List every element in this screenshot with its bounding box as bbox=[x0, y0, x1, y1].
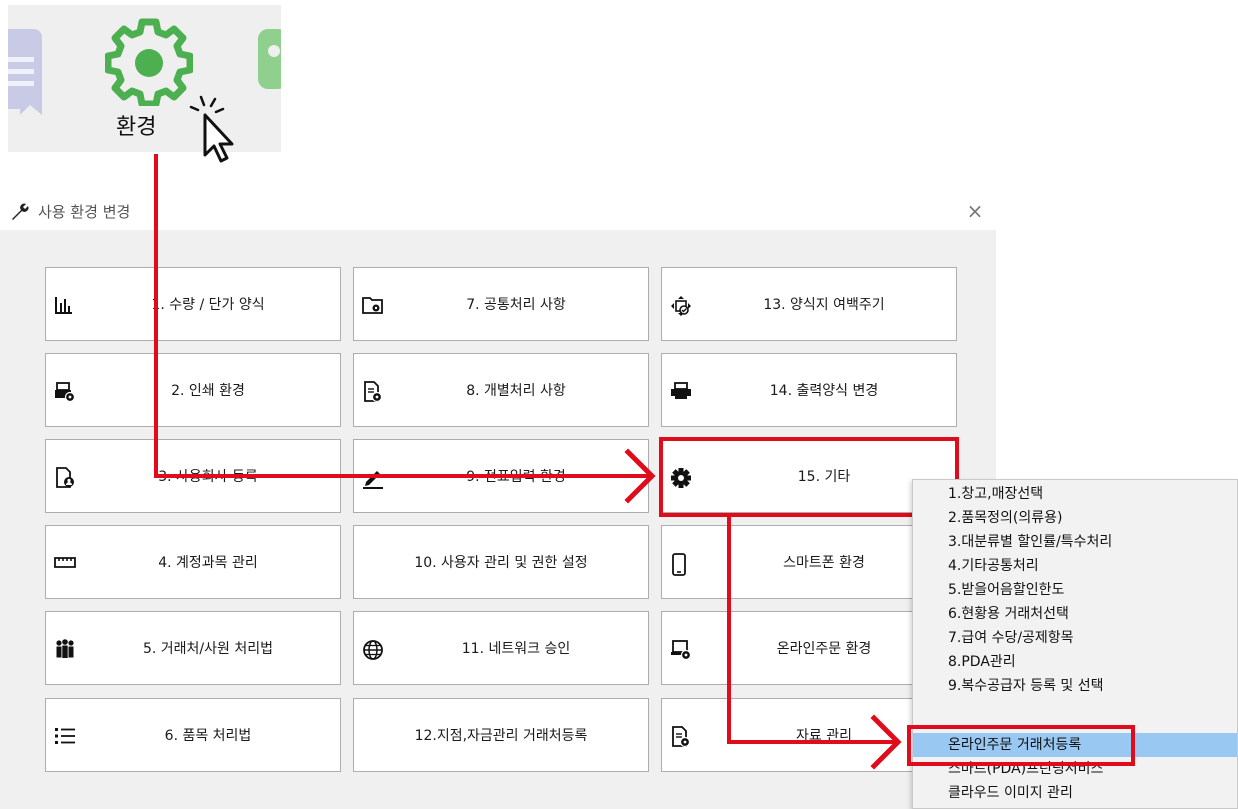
button-label: 5. 거래처/사원 처리법 bbox=[142, 641, 273, 657]
gear-icon[interactable] bbox=[105, 18, 193, 106]
list-icon bbox=[54, 726, 76, 748]
pencil-icon bbox=[362, 467, 384, 489]
customer-employee-button[interactable]: 5. 거래처/사원 처리법 bbox=[45, 611, 341, 685]
menu-item-status-customer[interactable]: 6.현황용 거래처선택 bbox=[913, 602, 1237, 626]
menu-item-other-common[interactable]: 4.기타공통처리 bbox=[913, 554, 1237, 578]
printer-gear-icon bbox=[54, 381, 76, 403]
menu-item-payroll-items[interactable]: 7.급여 수당/공제항목 bbox=[913, 626, 1237, 650]
item-processing-button[interactable]: 6. 품목 처리법 bbox=[45, 698, 341, 772]
document-gear-icon bbox=[362, 381, 384, 403]
button-label: 6. 품목 처리법 bbox=[164, 728, 252, 744]
network-approval-button[interactable]: 11. 네트워크 승인 bbox=[353, 611, 649, 685]
qty-price-format-button[interactable]: 1. 수량 / 단가 양식 bbox=[45, 267, 341, 341]
contacts-icon[interactable] bbox=[258, 29, 281, 89]
company-register-button[interactable]: 3. 사용회사 등록 bbox=[45, 439, 341, 513]
menu-item-cloud-image[interactable]: 클라우드 이미지 관리 bbox=[913, 781, 1237, 805]
menu-item-bill-discount-limit[interactable]: 5.받을어음할인한도 bbox=[913, 578, 1237, 602]
common-processing-button[interactable]: 7. 공통처리 사항 bbox=[353, 267, 649, 341]
wrench-icon bbox=[12, 203, 29, 220]
button-label: 8. 개별처리 사항 bbox=[466, 383, 566, 399]
toolbar: 환경 bbox=[8, 5, 281, 163]
branch-fund-button[interactable]: 12.지점,자금관리 거래처등록 bbox=[353, 698, 649, 772]
menu-item-multi-supplier[interactable]: 9.복수공급자 등록 및 선택 bbox=[913, 674, 1237, 698]
button-label: 2. 인쇄 환경 bbox=[171, 383, 245, 399]
people-icon bbox=[54, 639, 76, 661]
output-format-button[interactable]: 14. 출력양식 변경 bbox=[661, 353, 957, 427]
menu-item-item-definition[interactable]: 2.품목정의(의류용) bbox=[913, 506, 1237, 530]
print-settings-button[interactable]: 2. 인쇄 환경 bbox=[45, 353, 341, 427]
button-label: 13. 양식지 여백주기 bbox=[763, 297, 885, 313]
menu-item-category-discount[interactable]: 3.대분류별 할인률/특수처리 bbox=[913, 530, 1237, 554]
button-label: 12.지점,자금관리 거래처등록 bbox=[414, 728, 588, 744]
bar-chart-icon bbox=[54, 295, 76, 317]
document-gear-icon bbox=[670, 726, 692, 748]
globe-icon bbox=[362, 639, 384, 661]
account-management-button[interactable]: 4. 계정과목 관리 bbox=[45, 525, 341, 599]
button-label: 11. 네트워크 승인 bbox=[461, 641, 571, 657]
misc-popup-menu: 1.창고,매장선택 2.품목정의(의류용) 3.대분류별 할인률/특수처리 4.… bbox=[912, 479, 1238, 809]
menu-item-online-order-customer[interactable]: 온라인주문 거래처등록 bbox=[913, 733, 1237, 757]
document-icon[interactable] bbox=[8, 29, 42, 115]
menu-item-pda[interactable]: 8.PDA관리 bbox=[913, 650, 1237, 674]
user-permission-button[interactable]: 10. 사용자 관리 및 권한 설정 bbox=[353, 525, 649, 599]
voucher-entry-button[interactable]: 9. 전표입력 환경 bbox=[353, 439, 649, 513]
button-label: 10. 사용자 관리 및 권한 설정 bbox=[414, 555, 588, 571]
button-label: 4. 계정과목 관리 bbox=[158, 555, 258, 571]
individual-processing-button[interactable]: 8. 개별처리 사항 bbox=[353, 353, 649, 427]
button-label: 9. 전표입력 환경 bbox=[466, 469, 566, 485]
gear-icon bbox=[670, 467, 692, 489]
dialog-title: 사용 환경 변경 bbox=[38, 203, 131, 221]
menu-item-smart-printing[interactable]: 스마트(PDA)프린팅서비스 bbox=[913, 757, 1237, 781]
button-label: 1. 수량 / 단가 양식 bbox=[151, 297, 265, 313]
printer-icon bbox=[670, 381, 692, 403]
button-label: 7. 공통처리 사항 bbox=[466, 297, 566, 313]
ruler-icon bbox=[54, 553, 76, 575]
form-margin-button[interactable]: 13. 양식지 여백주기 bbox=[661, 267, 957, 341]
button-label: 3. 사용회사 등록 bbox=[158, 469, 258, 485]
margin-adjust-icon bbox=[670, 295, 692, 317]
company-doc-icon bbox=[54, 467, 76, 489]
smartphone-icon bbox=[670, 553, 692, 576]
laptop-gear-icon bbox=[670, 639, 692, 661]
menu-item-warehouse[interactable]: 1.창고,매장선택 bbox=[913, 482, 1237, 506]
pointer-cursor-icon bbox=[189, 95, 234, 163]
folder-gear-icon bbox=[362, 295, 384, 317]
dialog-titlebar[interactable]: 사용 환경 변경 × bbox=[0, 192, 996, 230]
button-label: 14. 출력양식 변경 bbox=[769, 383, 879, 399]
env-toolbar-label[interactable]: 환경 bbox=[116, 109, 156, 141]
close-button[interactable]: × bbox=[962, 198, 988, 224]
